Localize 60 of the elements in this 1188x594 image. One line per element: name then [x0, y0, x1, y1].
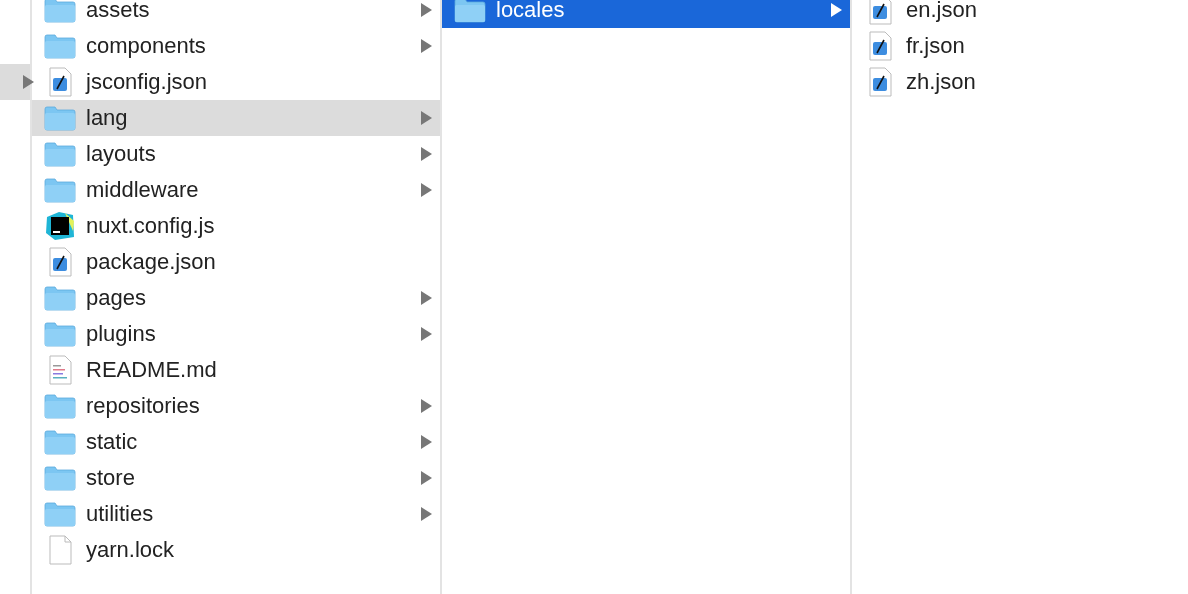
file-name: layouts — [86, 141, 157, 167]
app-icon — [45, 211, 75, 241]
folder-icon — [44, 465, 76, 491]
file-name: locales — [496, 0, 566, 23]
file-name: jsconfig.json — [86, 69, 209, 95]
file-row[interactable]: repositories — [32, 388, 440, 424]
file-row[interactable]: zh.json — [852, 64, 1188, 100]
file-icon — [47, 535, 73, 565]
document-icon — [47, 247, 73, 277]
file-row[interactable]: jsconfig.json — [32, 64, 440, 100]
file-row[interactable]: layouts — [32, 136, 440, 172]
file-row[interactable]: fr.json — [852, 28, 1188, 64]
folder-icon — [44, 429, 76, 455]
file-name: zh.json — [906, 69, 977, 95]
file-row[interactable]: nuxt.config.js — [32, 208, 440, 244]
document-icon — [47, 67, 73, 97]
folder-icon — [44, 141, 76, 167]
file-row[interactable]: store — [32, 460, 440, 496]
folder-icon — [44, 321, 76, 347]
file-name: nuxt.config.js — [86, 213, 216, 239]
file-name: assets — [86, 0, 151, 23]
file-row[interactable]: en.json — [852, 0, 1188, 28]
file-name: components — [86, 33, 207, 59]
folder-icon — [44, 33, 76, 59]
file-row[interactable]: lang — [32, 100, 440, 136]
file-row[interactable]: static — [32, 424, 440, 460]
file-name: yarn.lock — [86, 537, 176, 563]
file-name: plugins — [86, 321, 157, 347]
folder-icon — [44, 105, 76, 131]
file-name: fr.json — [906, 33, 966, 59]
folder-icon — [44, 393, 76, 419]
folder-icon — [44, 0, 76, 23]
file-name: README.md — [86, 357, 218, 383]
file-name: static — [86, 429, 139, 455]
folder-icon — [44, 501, 76, 527]
file-row[interactable]: components — [32, 28, 440, 64]
file-name: store — [86, 465, 136, 491]
file-name: package.json — [86, 249, 217, 275]
file-name: en.json — [906, 0, 978, 23]
file-row[interactable]: assets — [32, 0, 440, 28]
file-row[interactable]: locales — [442, 0, 850, 28]
document-icon — [867, 31, 893, 61]
file-row[interactable]: plugins — [32, 316, 440, 352]
folder-icon — [44, 177, 76, 203]
file-row[interactable]: middleware — [32, 172, 440, 208]
file-name: middleware — [86, 177, 200, 203]
file-name: lang — [86, 105, 129, 131]
folder-icon — [454, 0, 486, 23]
document-icon — [867, 0, 893, 25]
file-name: pages — [86, 285, 147, 311]
file-row[interactable]: pages — [32, 280, 440, 316]
document-icon — [867, 67, 893, 97]
text-file-icon — [47, 355, 73, 385]
file-name: utilities — [86, 501, 155, 527]
file-row[interactable]: utilities — [32, 496, 440, 532]
file-row[interactable]: README.md — [32, 352, 440, 388]
file-row[interactable]: package.json — [32, 244, 440, 280]
file-row[interactable]: yarn.lock — [32, 532, 440, 568]
folder-icon — [44, 285, 76, 311]
file-name: repositories — [86, 393, 201, 419]
